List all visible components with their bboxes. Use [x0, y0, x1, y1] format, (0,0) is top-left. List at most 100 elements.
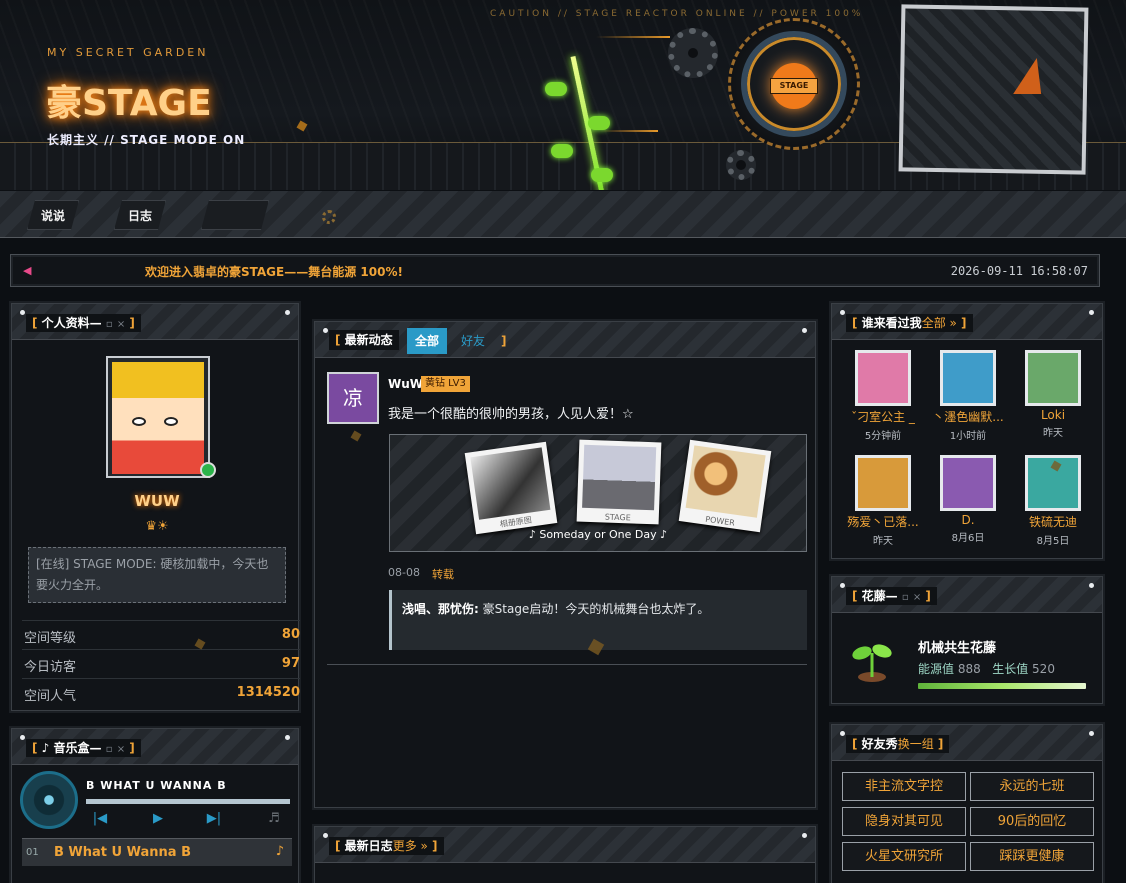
vine-name: 机械共生花藤: [918, 641, 997, 656]
friends-panel-header: [ 好友秀换一组 ]: [832, 725, 1102, 761]
blog-panel-header: [ 最新日志更多 » ]: [315, 827, 815, 863]
comment-text: 豪Stage启动！今天的机械舞台也太炸了。: [482, 602, 710, 616]
vine-title: 花藤—: [861, 589, 898, 603]
nav-shuoshuo[interactable]: 说说: [27, 200, 79, 230]
friends-panel: [ 好友秀换一组 ] 非主流文字控 永远的七班 隐身对其可见 90后的回忆 火星…: [831, 724, 1103, 883]
comment-user[interactable]: 浅唱、那忧伤:: [402, 602, 479, 616]
visitor-avatar: [940, 455, 996, 511]
visitors-panel-header: [ 谁来看过我全部 » ]: [832, 304, 1102, 340]
prev-icon[interactable]: |◀: [88, 811, 112, 829]
brand-title: 豪STAGE: [46, 83, 212, 124]
friend-tag[interactable]: 90后的回忆: [970, 807, 1094, 836]
green-chip-icon: [545, 82, 567, 96]
visitor-item[interactable]: Loki 昨天: [1012, 350, 1094, 439]
close-icon[interactable]: ×: [117, 319, 125, 330]
gallery-music-caption: ♪ Someday or One Day ♪: [528, 528, 668, 541]
visitor-avatar: [855, 455, 911, 511]
nav-blog[interactable]: 日志: [114, 200, 166, 230]
profile-panel: [ 个人资料— ▫ × ] WUW ♛☀ [在线] STAGE MODE: 硬核…: [11, 303, 300, 711]
friend-tag[interactable]: 非主流文字控: [842, 772, 966, 801]
visitor-avatar: [940, 350, 996, 406]
visitor-item[interactable]: 殇爱丶已落... 昨天: [842, 455, 924, 547]
green-chip-icon: [591, 168, 613, 182]
growth-bar: [918, 683, 1086, 689]
visitors-title: 谁来看过我: [861, 316, 922, 330]
post-username[interactable]: WuW: [388, 377, 423, 391]
post-meta: 08-08 转载: [388, 566, 454, 581]
banner-photo-frame: [898, 4, 1089, 175]
gear-icon: [726, 150, 756, 180]
friend-tag[interactable]: 踩踩更健康: [970, 842, 1094, 871]
playlist-item[interactable]: 01 B What U Wanna B ♪: [22, 838, 292, 866]
visitor-avatar: [1025, 350, 1081, 406]
next-icon[interactable]: ▶|: [202, 811, 226, 829]
stat-row-level: 空间等级 80: [22, 620, 300, 649]
divider: [327, 664, 807, 665]
nav-item-3[interactable]: [201, 200, 269, 230]
playlist-icon[interactable]: ♬: [262, 811, 286, 829]
online-indicator: [200, 462, 216, 478]
friends-refresh-link[interactable]: 换一组: [898, 737, 934, 751]
post-avatar[interactable]: 凉: [327, 372, 379, 424]
green-chip-icon: [588, 116, 610, 130]
visitor-item[interactable]: D. 8月6日: [927, 455, 1009, 544]
vine-stats: 能源值 888 生长值 520: [918, 662, 1055, 676]
profile-title: 个人资料—: [41, 316, 102, 330]
stat-row-popularity: 空间人气 1314520: [22, 678, 300, 707]
vip-badge: 黄钻 LV3: [421, 376, 470, 392]
minimize-icon[interactable]: ▫: [902, 592, 909, 603]
feed-body: 凉 WuW 黄钻 LV3 我是一个很酷的很帅的男孩，人见人爱！☆ 相册原图 ST…: [315, 358, 815, 808]
avatar[interactable]: [106, 356, 210, 478]
feed-title: 最新动态: [344, 333, 393, 347]
visitor-item[interactable]: ˇ刁室公主 _ 5分钟前: [842, 350, 924, 442]
now-playing-title: B WHAT U WANNA B: [86, 779, 227, 792]
tab-all[interactable]: 全部: [407, 328, 448, 354]
disc-icon: [20, 771, 78, 829]
music-note-icon: ♪: [41, 741, 50, 755]
friend-tag[interactable]: 永远的七班: [970, 772, 1094, 801]
minimize-icon[interactable]: ▫: [106, 744, 113, 755]
sprout-icon[interactable]: [850, 639, 894, 683]
nickname: WUW: [134, 492, 180, 510]
photo-gallery: 相册原图 STAGE POWER ♪ Someday or One Day ♪: [389, 434, 807, 552]
music-panel: [ ♪ 音乐盒— ▫ × ] B WHAT U WANNA B |◀ ▶ ▶| …: [11, 728, 299, 883]
post-date: 08-08: [388, 566, 420, 579]
close-icon[interactable]: ×: [117, 744, 125, 755]
tab-friends[interactable]: 好友: [453, 328, 493, 354]
speaker-icon: ◀: [23, 264, 32, 277]
space-page: MY SECRET GARDEN 豪STAGE 长期主义 // STAGE MO…: [0, 0, 1126, 883]
caution-ticker: CAUTION // STAGE REACTOR ONLINE // POWER…: [490, 9, 864, 19]
friend-tag[interactable]: 隐身对其可见: [842, 807, 966, 836]
photo-thumb[interactable]: STAGE: [576, 439, 662, 525]
photo-thumb[interactable]: POWER: [678, 439, 772, 533]
friends-title: 好友秀: [861, 737, 898, 751]
brand-subtitle: 长期主义 // STAGE MODE ON: [47, 133, 246, 147]
vine-panel-header: [ 花藤— ▫ × ]: [832, 577, 1102, 613]
music-panel-header: [ ♪ 音乐盒— ▫ × ]: [12, 729, 298, 765]
repost-link[interactable]: 转载: [432, 566, 454, 582]
friend-tag[interactable]: 火星文研究所: [842, 842, 966, 871]
play-icon[interactable]: ▶: [146, 811, 170, 829]
close-icon[interactable]: ×: [913, 592, 921, 603]
gear-icon: [668, 28, 718, 78]
visitors-all-link[interactable]: 全部 »: [922, 316, 957, 330]
visitors-panel: [ 谁来看过我全部 » ] ˇ刁室公主 _ 5分钟前 丶濹色幽默... 1小时前…: [831, 303, 1103, 559]
blog-panel: [ 最新日志更多 » ]: [314, 826, 816, 883]
stage-reactor[interactable]: STAGE: [728, 18, 860, 150]
brand-tagline: MY SECRET GARDEN: [47, 46, 209, 59]
badge-icons: ♛☀: [145, 519, 169, 534]
visitor-item[interactable]: 丶濹色幽默... 1小时前: [927, 350, 1009, 442]
progress-bar[interactable]: [86, 799, 290, 804]
status-message: [在线] STAGE MODE: 硬核加载中，今天也要火力全开。: [28, 547, 286, 603]
gear-icon: [322, 210, 336, 224]
blog-more-link[interactable]: 更多 »: [393, 839, 428, 853]
minimize-icon[interactable]: ▫: [106, 319, 113, 330]
music-note-icon: ♪: [275, 844, 284, 859]
header-banner: MY SECRET GARDEN 豪STAGE 长期主义 // STAGE MO…: [0, 0, 1126, 190]
light-beam: [600, 130, 658, 132]
photo-thumb[interactable]: 相册原图: [464, 441, 558, 535]
reactor-label: STAGE: [770, 78, 818, 94]
stat-row-visitors: 今日访客 97: [22, 649, 300, 678]
feed-panel-header: [ 最新动态 全部 好友 ]: [315, 322, 815, 358]
announcement-bar: ◀ 欢迎进入翡卓的豪STAGE——舞台能源 100%! 2026-09-11 1…: [10, 254, 1100, 287]
